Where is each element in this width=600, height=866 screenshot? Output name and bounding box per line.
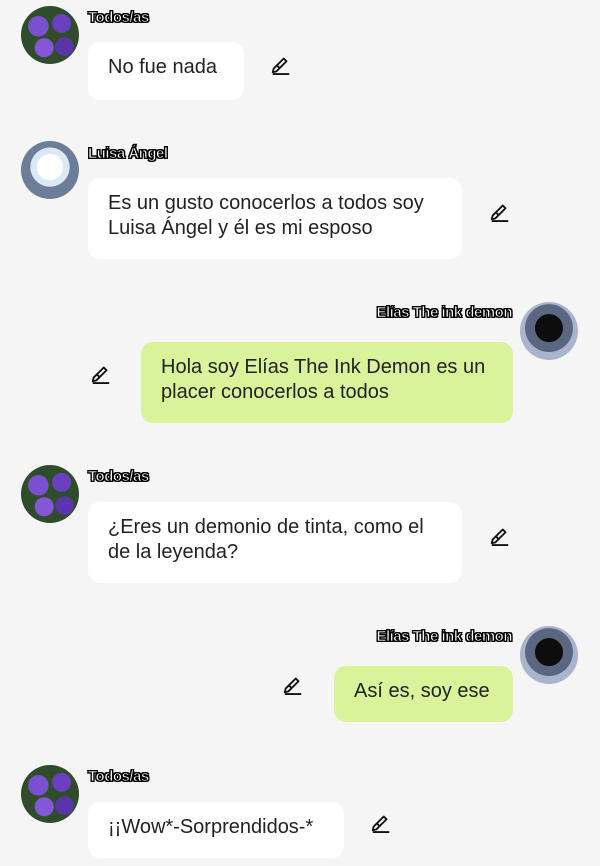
pencil-edit-icon[interactable] <box>270 53 292 75</box>
pencil-edit-icon[interactable] <box>90 362 112 384</box>
author-name: Todos/as <box>88 468 150 486</box>
message-bubble[interactable]: Así es, soy ese <box>334 666 513 722</box>
avatar[interactable] <box>21 765 79 823</box>
avatar[interactable] <box>520 302 578 360</box>
pencil-edit-icon[interactable] <box>489 524 511 546</box>
message-bubble[interactable]: ¿Eres un demonio de tinta, como el de la… <box>88 502 462 583</box>
avatar[interactable] <box>21 6 79 64</box>
author-name: Todos/as <box>88 768 150 786</box>
message-bubble[interactable]: Es un gusto conocerlos a todos soy Luisa… <box>88 178 462 259</box>
avatar[interactable] <box>21 465 79 523</box>
author-name: Todos/as <box>88 9 150 27</box>
pencil-edit-icon[interactable] <box>489 200 511 222</box>
pencil-edit-icon[interactable] <box>370 811 392 833</box>
avatar[interactable] <box>21 141 79 199</box>
author-name: Elías The ink demon <box>376 628 513 646</box>
pencil-edit-icon[interactable] <box>282 673 304 695</box>
author-name: Elías The ink demon <box>376 304 513 322</box>
author-name: Luisa Ángel <box>88 145 169 163</box>
message-bubble[interactable]: ¡¡Wow*-Sorprendidos-* <box>88 802 344 858</box>
message-bubble[interactable]: No fue nada <box>88 42 244 100</box>
avatar[interactable] <box>520 626 578 684</box>
message-bubble[interactable]: Hola soy Elías The Ink Demon es un place… <box>141 342 513 423</box>
